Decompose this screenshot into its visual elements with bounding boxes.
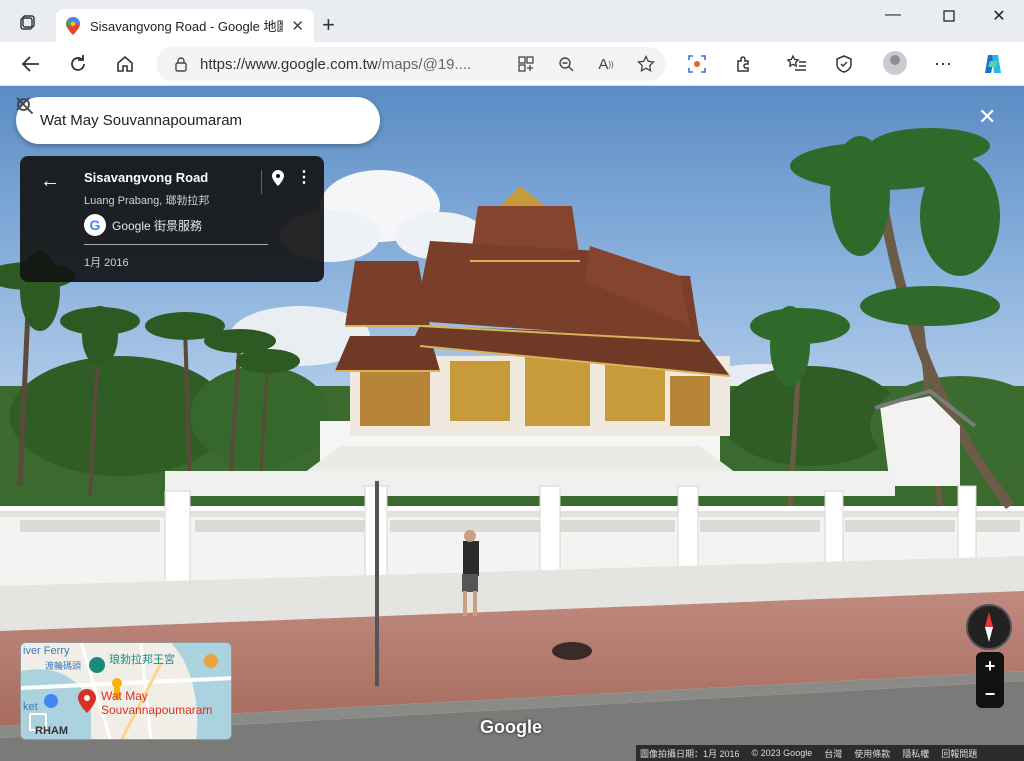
minimap-bottom-label: RHAM (35, 725, 68, 737)
footer-terms-link[interactable]: 使用條款 (854, 747, 890, 760)
minimap-ferry-zh-label: 渡輪碼頭 (45, 661, 82, 671)
zoom-icon[interactable] (556, 54, 576, 74)
service-label: Google 街景服務 (112, 218, 203, 233)
map-footer: 圖像拍攝日期：1月 2016 © 2023 Google 台灣 使用條款 隱私權… (636, 745, 1024, 761)
refresh-icon[interactable] (67, 53, 89, 75)
browser-tab[interactable]: Sisavangvong Road - Google 地圖 ✕ (56, 9, 314, 42)
maps-favicon-icon (66, 16, 80, 35)
url-text: https://www.google.com.tw/maps/@19.... (200, 55, 472, 73)
address-bar[interactable]: https://www.google.com.tw/maps/@19.... A… (156, 47, 666, 81)
minimap-palace-label: 琅勃拉邦王宮 (109, 654, 175, 666)
location-subtitle: Luang Prabang, 瑯勃拉邦 (84, 195, 210, 207)
zoom-control: + − (976, 652, 1004, 708)
zoom-out-button[interactable]: − (976, 680, 1004, 708)
minimap[interactable]: iver Ferry 渡輪碼頭 琅勃拉邦王宮 ket Wat May Souva… (20, 642, 232, 740)
capture-date[interactable]: 1月 2016 (84, 254, 129, 270)
search-input[interactable]: Wat May Souvannapoumaram (40, 112, 284, 129)
road-name: Sisavangvong Road (84, 170, 209, 185)
read-aloud-icon[interactable]: A)) (596, 54, 616, 74)
back-icon[interactable] (20, 53, 42, 75)
street-view-service: G Google 街景服務 (84, 214, 202, 236)
new-tab-icon[interactable]: + (322, 12, 335, 38)
minimap-target-label: Wat May Souvannapoumaram (101, 689, 213, 717)
profile-avatar[interactable] (883, 51, 907, 75)
tab-close-icon[interactable]: ✕ (291, 17, 304, 35)
compass-icon[interactable] (966, 604, 1012, 650)
home-icon[interactable] (114, 53, 136, 75)
tab-actions-icon[interactable] (18, 15, 38, 33)
panel-divider (261, 170, 262, 194)
clear-search-icon[interactable] (16, 97, 356, 133)
google-logo-icon: G (84, 214, 106, 236)
favorites-list-icon[interactable] (786, 53, 808, 75)
footer-privacy-link[interactable]: 隱私權 (902, 747, 929, 760)
footer-report-link[interactable]: 回報問題 (941, 747, 977, 760)
minimap-market-label: ket (23, 701, 38, 713)
search-box[interactable]: Wat May Souvannapoumaram (16, 97, 380, 144)
more-options-icon[interactable]: ⋮ (296, 170, 312, 186)
footer-copyright: © 2023 Google (751, 748, 813, 758)
minimap-ferry-label: iver Ferry (23, 645, 70, 657)
copilot-shield-icon[interactable] (833, 53, 855, 75)
browser-toolbar: https://www.google.com.tw/maps/@19.... A… (0, 42, 1024, 86)
date-divider (84, 244, 268, 245)
title-bar: Sisavangvong Road - Google 地圖 ✕ + — ✕ (0, 0, 1024, 42)
favorite-icon[interactable] (636, 54, 656, 74)
minimize-icon[interactable]: — (870, 6, 916, 24)
more-icon[interactable]: ⋯ (932, 53, 954, 75)
close-street-view-icon[interactable]: ✕ (978, 104, 996, 130)
apps-icon[interactable] (516, 54, 536, 74)
footer-capture-date: 圖像拍攝日期：1月 2016 (640, 748, 740, 759)
footer-region[interactable]: 台灣 (824, 747, 842, 760)
google-watermark: Google (480, 717, 542, 737)
street-view-info-panel: ← Sisavangvong Road Luang Prabang, 瑯勃拉邦 … (20, 156, 324, 282)
close-window-icon[interactable]: ✕ (976, 6, 1022, 26)
lock-icon[interactable] (174, 56, 188, 72)
street-view-scene[interactable]: Wat May Souvannapoumaram ← Sisavangvong … (0, 86, 1024, 761)
maximize-icon[interactable] (926, 6, 972, 27)
search-icon[interactable] (17, 98, 308, 133)
zoom-in-button[interactable]: + (976, 652, 1004, 680)
screenshot-icon[interactable] (686, 53, 708, 75)
extensions-icon[interactable] (733, 53, 755, 75)
back-arrow-icon[interactable]: ← (40, 170, 60, 193)
tab-title: Sisavangvong Road - Google 地圖 (90, 19, 284, 34)
copilot-icon[interactable] (982, 53, 1004, 75)
